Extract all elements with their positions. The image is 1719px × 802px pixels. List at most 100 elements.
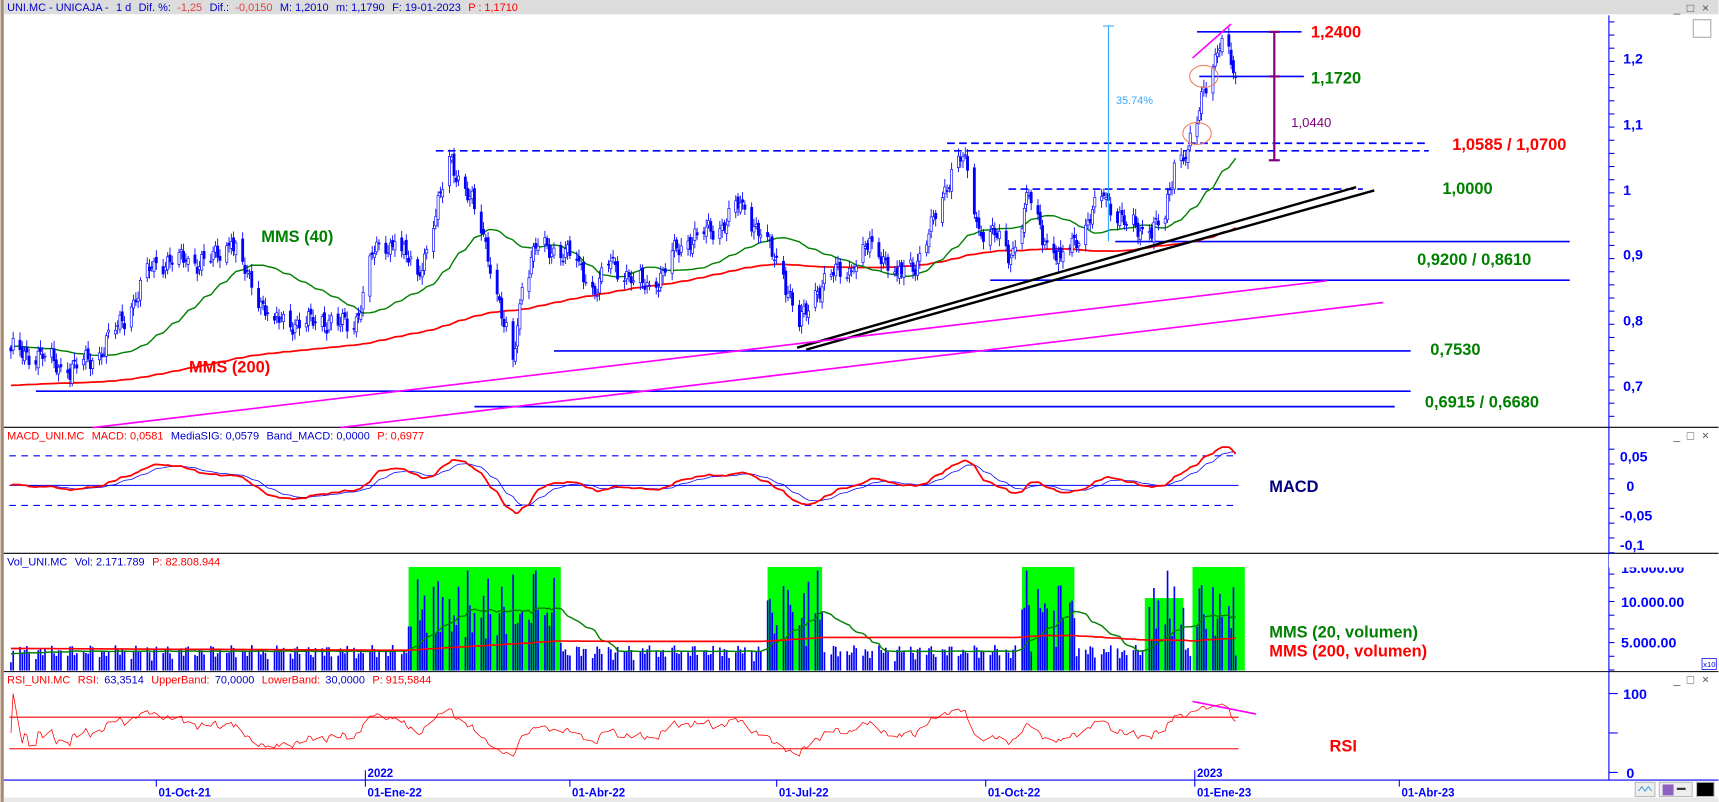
maximize-button[interactable]: □ — [1687, 673, 1695, 687]
candle — [959, 156, 963, 162]
maximize-button[interactable]: □ — [1687, 428, 1695, 442]
macd-label: MACD — [1269, 478, 1318, 496]
volume-bar — [1094, 657, 1096, 671]
candle — [1234, 76, 1238, 78]
volume-bar — [1089, 646, 1092, 671]
candle — [791, 292, 794, 306]
candle — [70, 363, 74, 384]
volume-bar — [694, 646, 696, 671]
candle — [86, 348, 90, 360]
candle — [57, 366, 61, 375]
candle — [1211, 66, 1215, 94]
volume-bar — [1028, 605, 1030, 671]
candle — [488, 264, 492, 274]
volume-bar — [400, 654, 403, 671]
volume-bar — [994, 645, 996, 671]
volume-bar — [423, 595, 426, 671]
volume-bar — [632, 660, 635, 671]
candle — [1179, 154, 1183, 161]
candle — [502, 318, 506, 328]
level-label: 0,9200 / 0,8610 — [1417, 251, 1531, 269]
close-button[interactable]: × — [1702, 1, 1709, 15]
candle — [677, 249, 681, 256]
axis-clip — [1608, 554, 1719, 568]
candle — [866, 243, 869, 250]
candle — [518, 303, 522, 330]
volume-bar — [1234, 655, 1237, 671]
volume-bar — [675, 652, 678, 671]
candle — [643, 285, 647, 290]
volume-bar — [169, 653, 171, 671]
minimize-button[interactable]: _ — [1673, 673, 1681, 687]
candle — [368, 255, 372, 297]
candle — [675, 239, 679, 249]
volume-bar — [260, 654, 262, 671]
volume-bar — [225, 653, 228, 671]
volume-bar — [1219, 593, 1221, 671]
candle — [50, 348, 54, 358]
volume-bar — [948, 646, 951, 671]
candle — [227, 242, 231, 246]
indicator-icon[interactable] — [1634, 781, 1656, 798]
volume-bar — [1069, 602, 1071, 671]
volume-bar — [1103, 648, 1105, 671]
close-button[interactable]: × — [1702, 673, 1709, 687]
color-button[interactable] — [1696, 781, 1715, 798]
candle — [343, 312, 347, 318]
candle — [895, 267, 899, 275]
volume-bar — [435, 633, 437, 671]
volume-bar — [1216, 618, 1219, 671]
volume-bar — [1182, 607, 1185, 671]
volume-bar — [450, 631, 453, 671]
volume-bar — [639, 651, 642, 671]
volume-bar — [610, 649, 612, 671]
candle — [1027, 195, 1031, 197]
candle — [1154, 217, 1158, 220]
candle — [402, 243, 406, 256]
candle — [997, 230, 1001, 239]
candle — [568, 240, 572, 256]
volume-bar — [416, 579, 419, 671]
candle — [661, 270, 665, 277]
volume-bar — [855, 648, 858, 671]
volume-header: Vol_UNI.MC Vol: 2.171.789 P: 82.808.944 — [7, 556, 220, 568]
candle — [211, 250, 215, 260]
volume-bar — [166, 646, 169, 671]
volume-bar — [216, 653, 219, 671]
minimize-button[interactable]: _ — [1673, 1, 1681, 15]
candle — [772, 259, 776, 262]
candle — [988, 231, 992, 246]
volume-bar — [485, 638, 487, 671]
maximize-button[interactable]: □ — [1687, 1, 1695, 15]
volume-bar — [28, 651, 30, 671]
candle — [702, 231, 706, 234]
candle — [261, 300, 265, 305]
volume-bar — [673, 645, 676, 671]
candle — [416, 259, 420, 275]
minimize-button[interactable]: _ — [1673, 428, 1681, 442]
candle — [479, 211, 483, 234]
candle — [752, 226, 756, 233]
candle — [104, 335, 108, 357]
candle — [39, 347, 42, 352]
left-edge — [0, 0, 4, 802]
volume-bar — [266, 659, 269, 671]
volume-bar — [1053, 610, 1055, 671]
volume-bar — [505, 633, 508, 671]
candle — [686, 240, 690, 250]
candle — [1084, 224, 1088, 245]
volume-bar — [1153, 588, 1155, 671]
volume-bar — [689, 655, 692, 671]
candle — [757, 222, 760, 236]
close-button[interactable]: × — [1702, 428, 1709, 442]
candle — [597, 277, 601, 294]
volume-bar — [1196, 626, 1198, 671]
candle — [1059, 247, 1063, 259]
y-tick-label: -0,05 — [1620, 508, 1653, 524]
candle — [213, 245, 217, 253]
candle — [1054, 250, 1058, 261]
volume-bar — [1062, 617, 1064, 671]
volume-bar — [1141, 650, 1144, 671]
volume-bar — [846, 651, 848, 671]
candle — [234, 242, 238, 256]
